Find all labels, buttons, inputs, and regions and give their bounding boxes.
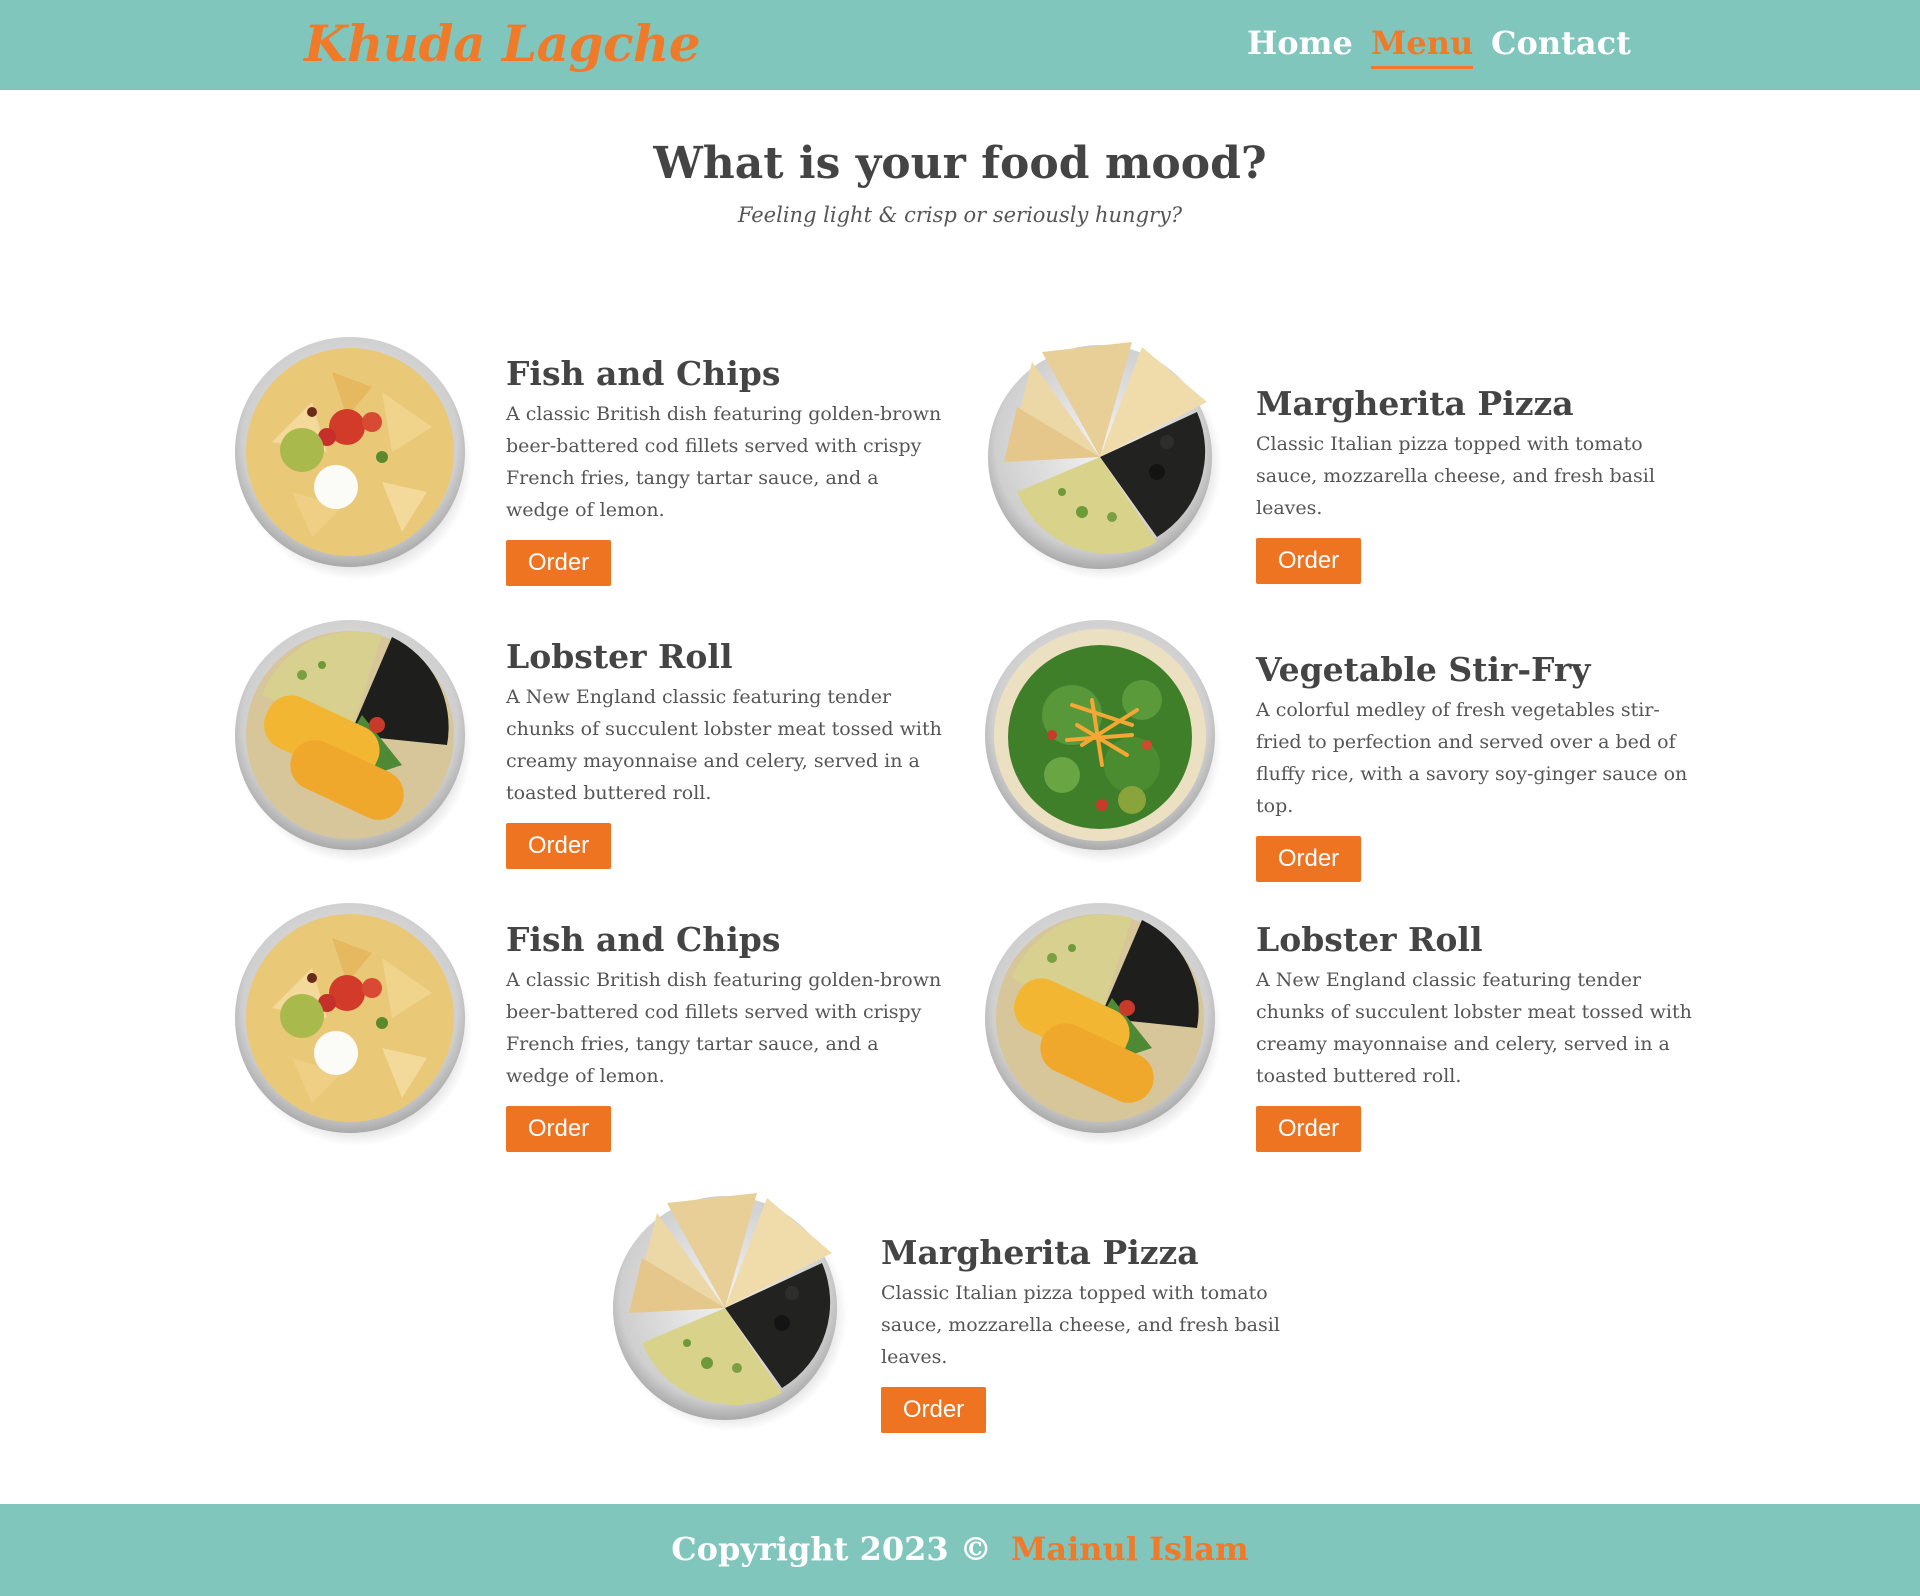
order-button[interactable]: Order: [1256, 538, 1361, 584]
order-button[interactable]: Order: [506, 1106, 611, 1152]
nav-home[interactable]: Home: [1247, 24, 1353, 62]
quesadilla-bowl-image: [988, 342, 1222, 580]
dish-info: Lobster Roll A New England classic featu…: [1256, 920, 1696, 1152]
site-header: Khuda Lagche Home Menu Contact: [0, 0, 1920, 90]
dish-name: Vegetable Stir-Fry: [1256, 650, 1591, 689]
dish-card: Margherita Pizza Classic Italian pizza t…: [607, 1183, 1357, 1433]
dish-name: Lobster Roll: [506, 637, 733, 676]
order-button[interactable]: Order: [506, 823, 611, 869]
brand-logo[interactable]: Khuda Lagche: [304, 14, 701, 73]
dish-name: Fish and Chips: [506, 354, 781, 393]
copyright-text: Copyright 2023 ©: [671, 1530, 992, 1568]
dish-description: A New England classic featuring tender c…: [1256, 969, 1692, 1087]
dish-name: Lobster Roll: [1256, 920, 1483, 959]
dish-description: A New England classic featuring tender c…: [506, 686, 942, 804]
nav-menu[interactable]: Menu: [1371, 24, 1474, 69]
dish-description: A classic British dish featuring golden-…: [506, 403, 942, 521]
enchilada-bowl-image: [235, 620, 472, 863]
copyright: Copyright 2023 © Mainul Islam: [0, 1530, 1920, 1568]
dish-card: Lobster Roll A New England classic featu…: [982, 898, 1732, 1152]
dish-info: Fish and Chips A classic British dish fe…: [506, 354, 946, 586]
site-footer: Copyright 2023 © Mainul Islam: [0, 1504, 1920, 1596]
dish-name: Fish and Chips: [506, 920, 781, 959]
order-button[interactable]: Order: [881, 1387, 986, 1433]
nav-contact[interactable]: Contact: [1491, 24, 1631, 62]
dish-description: Classic Italian pizza topped with tomato…: [881, 1282, 1280, 1368]
dish-info: Margherita Pizza Classic Italian pizza t…: [881, 1233, 1321, 1433]
dish-card: Vegetable Stir-Fry A colorful medley of …: [982, 615, 1732, 882]
dish-info: Vegetable Stir-Fry A colorful medley of …: [1256, 650, 1696, 882]
nachos-bowl-image: [235, 337, 472, 580]
dish-info: Fish and Chips A classic British dish fe…: [506, 920, 946, 1152]
nachos-bowl-image: [235, 903, 472, 1146]
quesadilla-bowl-image: [613, 1193, 847, 1431]
order-button[interactable]: Order: [506, 540, 611, 586]
enchilada-bowl-image: [985, 903, 1222, 1146]
dish-info: Margherita Pizza Classic Italian pizza t…: [1256, 384, 1696, 584]
salad-bowl-image: [985, 620, 1222, 863]
dish-name: Margherita Pizza: [1256, 384, 1574, 423]
dish-card: Lobster Roll A New England classic featu…: [232, 615, 982, 869]
dish-name: Margherita Pizza: [881, 1233, 1199, 1272]
page-subtitle: Feeling light & crisp or seriously hungr…: [737, 203, 1183, 227]
author-link[interactable]: Mainul Islam: [1011, 1530, 1249, 1568]
dish-description: A classic British dish featuring golden-…: [506, 969, 942, 1087]
order-button[interactable]: Order: [1256, 836, 1361, 882]
dish-card: Margherita Pizza Classic Italian pizza t…: [982, 332, 1732, 584]
dish-description: Classic Italian pizza topped with tomato…: [1256, 433, 1655, 519]
order-button[interactable]: Order: [1256, 1106, 1361, 1152]
page-title: What is your food mood?: [653, 138, 1267, 189]
dish-card: Fish and Chips A classic British dish fe…: [232, 332, 982, 586]
dish-info: Lobster Roll A New England classic featu…: [506, 637, 946, 869]
dish-description: A colorful medley of fresh vegetables st…: [1256, 699, 1688, 817]
dish-card: Fish and Chips A classic British dish fe…: [232, 898, 982, 1152]
